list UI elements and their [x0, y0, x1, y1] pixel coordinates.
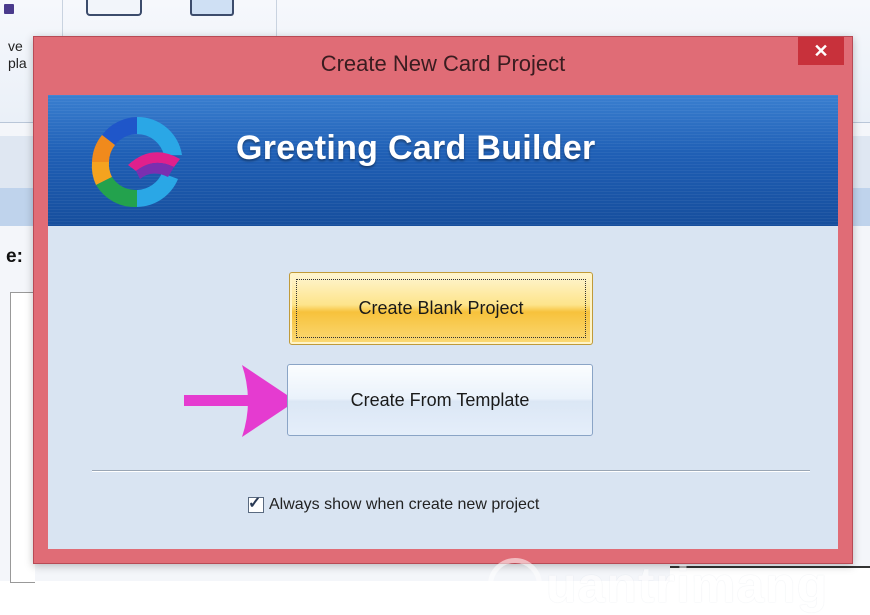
watermark: uantrimang — [488, 555, 828, 615]
create-project-dialog: Create New Card Project ✕ Greeting Card … — [33, 36, 853, 613]
close-button[interactable]: ✕ — [798, 37, 844, 65]
checkmark-icon: ✓ — [248, 495, 262, 512]
ribbon-text-line2: pla — [8, 55, 27, 71]
separator-line — [92, 470, 810, 472]
ribbon-document-icon[interactable] — [86, 0, 142, 16]
app-logo-icon — [91, 116, 182, 208]
close-icon: ✕ — [813, 40, 829, 61]
dialog-titlebar[interactable]: Create New Card Project ✕ — [34, 37, 852, 93]
create-from-template-label: Create From Template — [350, 390, 530, 410]
background-right-strip — [852, 226, 870, 581]
create-from-template-button[interactable]: Create From Template — [287, 364, 593, 436]
background-field-label: e: — [6, 246, 23, 267]
dialog-title: Create New Card Project — [320, 51, 566, 76]
create-blank-project-button[interactable]: Create Blank Project — [289, 272, 593, 345]
background-content-panel — [10, 292, 35, 583]
ribbon-image-icon[interactable] — [190, 0, 234, 16]
ribbon-divider — [276, 0, 277, 40]
ribbon-app-icon[interactable] — [4, 4, 14, 14]
focus-rectangle — [296, 279, 586, 338]
always-show-label[interactable]: Always show when create new project — [269, 496, 539, 514]
always-show-checkbox[interactable]: ✓ — [248, 495, 264, 513]
pointer-arrow-icon — [184, 365, 296, 437]
ribbon-text-line1: ve — [8, 38, 23, 54]
dialog-banner: Greeting Card Builder — [48, 95, 838, 226]
watermark-text: uantrimang — [546, 557, 829, 613]
watermark-logo-icon — [488, 558, 542, 612]
dialog-content: Greeting Card Builder Create Blank Proje… — [48, 95, 838, 613]
banner-title: Greeting Card Builder — [236, 129, 596, 167]
always-show-option[interactable]: ✓ Always show when create new project — [248, 493, 539, 517]
